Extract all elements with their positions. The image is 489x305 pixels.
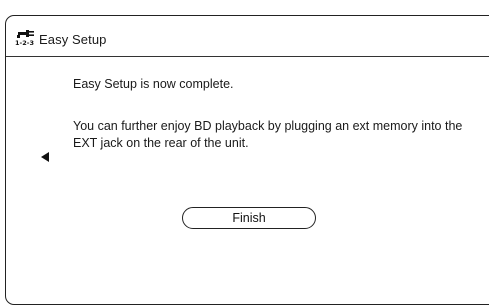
title-bar: 1-2-3 Easy Setup bbox=[6, 16, 489, 57]
easy-setup-screen: 1-2-3 Easy Setup Easy Setup is now compl… bbox=[5, 15, 489, 305]
completion-message: Easy Setup is now complete. bbox=[73, 77, 234, 91]
svg-text:1-2-3: 1-2-3 bbox=[15, 39, 34, 47]
setup-tools-icon: 1-2-3 bbox=[15, 29, 37, 47]
left-arrow-icon[interactable] bbox=[41, 152, 49, 162]
info-message: You can further enjoy BD playback by plu… bbox=[73, 119, 463, 150]
page-title: Easy Setup bbox=[39, 32, 107, 47]
finish-button[interactable]: Finish bbox=[182, 207, 316, 229]
